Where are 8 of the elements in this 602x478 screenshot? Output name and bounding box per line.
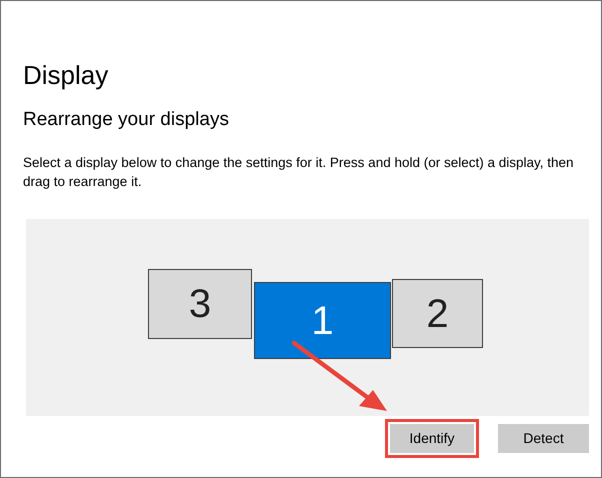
instructions-text: Select a display below to change the settings for it. Press and hold (or select) a display, then drag to rearrange it. [23, 154, 575, 191]
display-tile[interactable]: 1 [254, 282, 391, 359]
action-button[interactable]: Detect [498, 424, 589, 453]
page-title: Display [23, 59, 108, 91]
action-button[interactable]: Identify [390, 424, 474, 453]
display-tile[interactable]: 2 [392, 279, 483, 348]
display-tile[interactable]: 3 [148, 269, 252, 339]
section-heading: Rearrange your displays [23, 108, 229, 132]
